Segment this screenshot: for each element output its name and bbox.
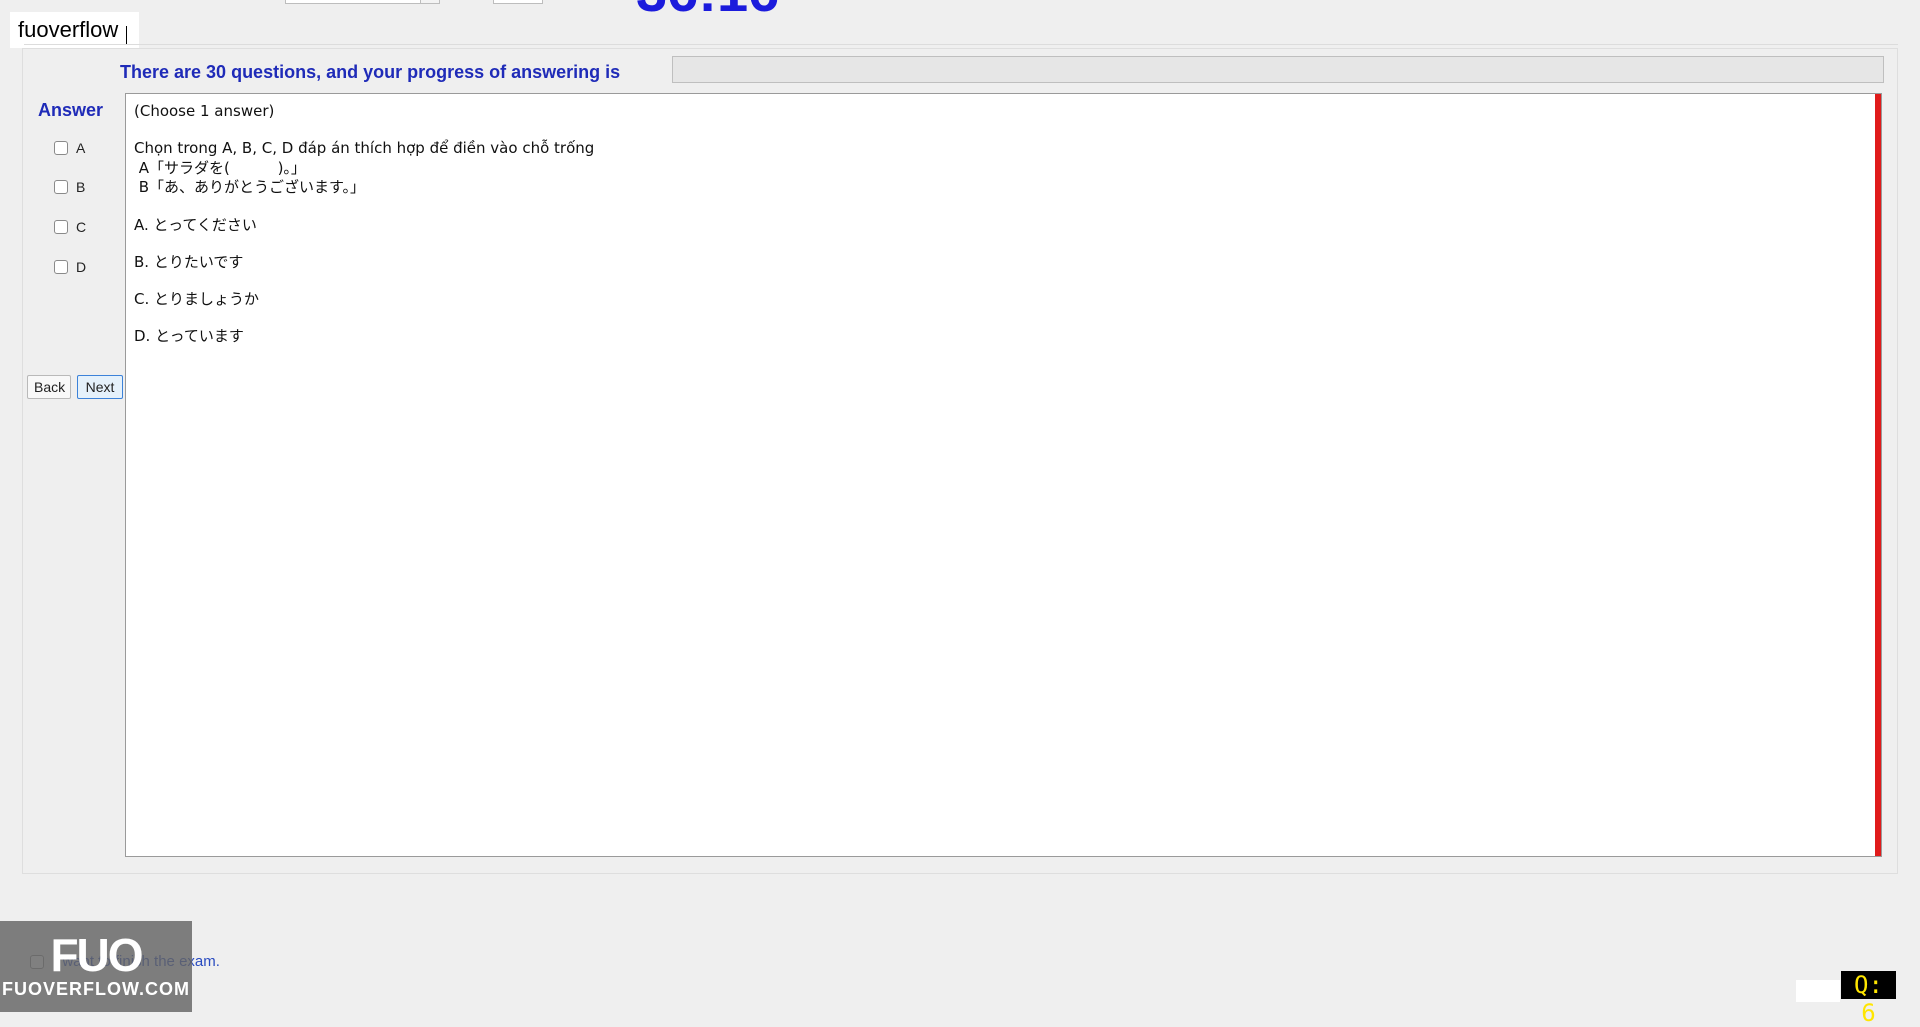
top-divider [24, 44, 1898, 45]
checkbox-d[interactable] [54, 260, 68, 274]
question-text-area[interactable]: (Choose 1 answer) Chọn trong A, B, C, D … [125, 93, 1882, 857]
exam-timer: 36:16 [636, 0, 779, 20]
answer-title: Answer [38, 100, 104, 120]
choice-a-text: A. とってください [134, 216, 257, 234]
progress-label: There are 30 questions, and your progres… [120, 62, 621, 82]
option-a[interactable]: A [54, 140, 85, 156]
status-chip [1796, 980, 1840, 1002]
option-c-label: C [76, 219, 87, 235]
back-button[interactable]: Back [27, 375, 71, 399]
checkbox-b[interactable] [54, 180, 68, 194]
question-hint: (Choose 1 answer) [134, 102, 275, 120]
brand-label: fuoverflow [10, 12, 140, 48]
checkbox-a[interactable] [54, 141, 68, 155]
choice-c-text: C. とりましょうか [134, 290, 260, 308]
exam-code-combobox[interactable] [285, 0, 440, 4]
choice-d-text: D. とっています [134, 327, 244, 345]
checkbox-c[interactable] [54, 220, 68, 234]
question-counter: Q: 6 [1841, 971, 1896, 1027]
text-cursor [126, 26, 128, 44]
red-scroll-indicator [1875, 94, 1881, 856]
next-button[interactable]: Next [77, 375, 123, 399]
option-b-label: B [76, 179, 86, 195]
progress-bar [672, 56, 1884, 83]
option-b[interactable]: B [54, 179, 85, 195]
question-line-a: A「サラダを( )。」 [134, 159, 306, 177]
question-prompt: Chọn trong A, B, C, D đáp án thích hợp đ… [134, 139, 595, 157]
option-d[interactable]: D [54, 259, 86, 275]
logo-small-text: FUOVERFLOW.COM [2, 979, 190, 999]
choice-b-text: B. とりたいです [134, 253, 244, 271]
option-d-label: D [76, 259, 87, 275]
chevron-down-icon[interactable] [420, 0, 439, 3]
question-line-b: B「あ、ありがとうございます。」 [134, 178, 366, 196]
logo-big-text: FUO [50, 929, 143, 981]
fuoverflow-logo: FUO FUOVERFLOW.COM [0, 921, 192, 1012]
option-c[interactable]: C [54, 219, 86, 235]
option-a-label: A [76, 140, 86, 156]
top-small-field[interactable] [493, 0, 543, 4]
